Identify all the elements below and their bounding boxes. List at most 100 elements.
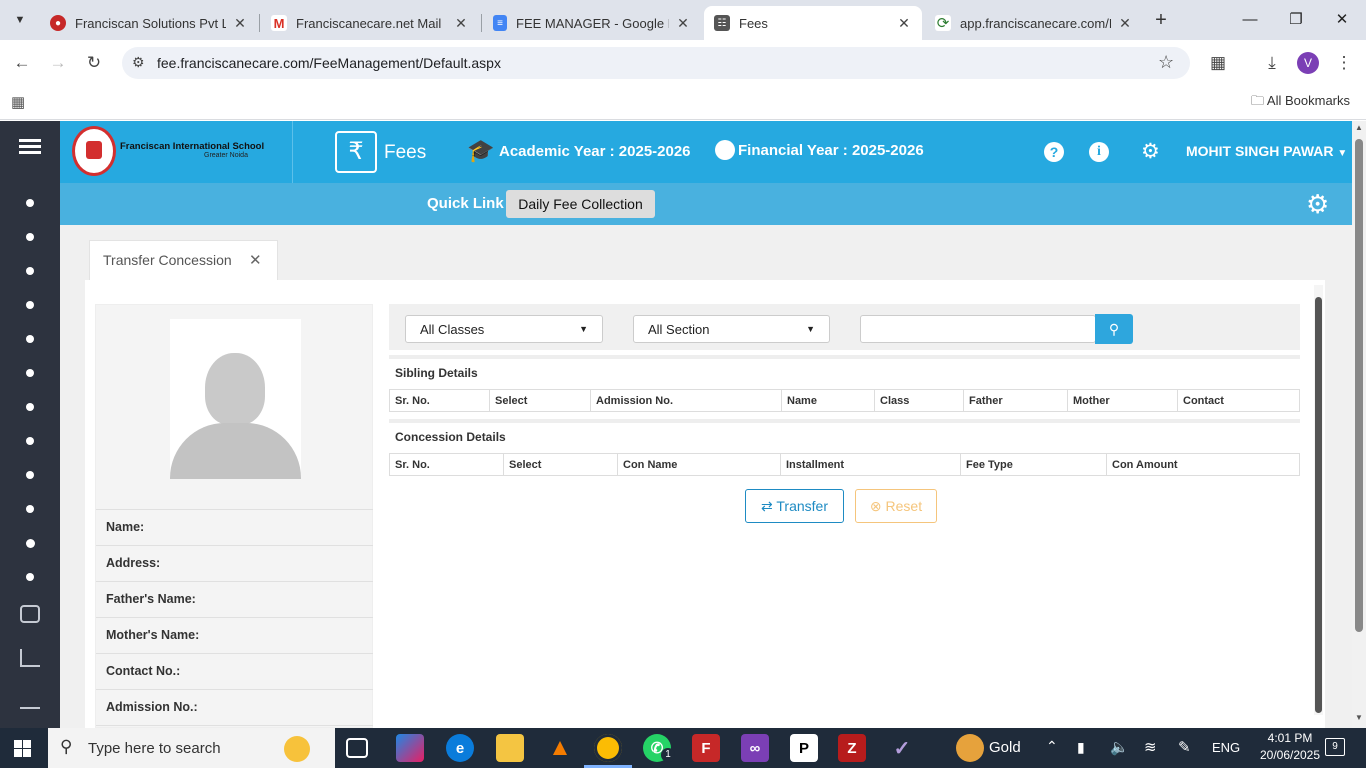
close-tab-icon[interactable]: ✕ <box>675 15 691 32</box>
task-view-icon[interactable] <box>346 738 368 758</box>
info-icon[interactable]: i <box>1089 142 1109 162</box>
hamburger-menu-icon[interactable] <box>19 139 41 142</box>
battery-icon[interactable]: ▮ <box>1077 739 1085 756</box>
reset-button[interactable]: ⊗ Reset <box>855 489 937 523</box>
site-info-icon[interactable]: ⚙ <box>132 54 145 71</box>
weather-label[interactable]: Gold <box>989 739 1021 756</box>
tab-search-button[interactable]: ▼ <box>8 9 32 31</box>
daily-fee-collection-button[interactable]: Daily Fee Collection <box>506 190 655 218</box>
sidebar-item-dot[interactable] <box>26 437 34 445</box>
wifi-icon[interactable]: ≋ <box>1144 738 1157 756</box>
bar-chart-icon[interactable] <box>20 693 40 709</box>
close-tab-icon[interactable]: ✕ <box>1117 15 1133 32</box>
sidebar-item-dot[interactable] <box>26 199 34 207</box>
edge-icon[interactable]: e <box>446 734 474 762</box>
column-header: Name <box>781 389 875 412</box>
menu-kebab-icon[interactable]: ⋮ <box>1330 49 1358 77</box>
tab-transfer-concession[interactable]: Transfer Concession ✕ <box>89 240 278 280</box>
reload-icon[interactable]: ↻ <box>80 49 108 77</box>
visual-studio-icon[interactable]: ∞ <box>741 734 769 762</box>
school-logo[interactable] <box>72 126 116 176</box>
page-scrollbar[interactable]: ▲ ▼ <box>1352 121 1366 728</box>
sidebar-item-dot[interactable] <box>26 505 34 513</box>
chrome-icon[interactable] <box>594 734 622 762</box>
close-tab-icon[interactable]: ✕ <box>453 15 469 32</box>
user-menu[interactable]: MOHIT SINGH PAWAR ▼ <box>1186 143 1347 159</box>
pen-icon[interactable]: ✎ <box>1178 738 1191 756</box>
copilot-icon[interactable] <box>396 734 424 762</box>
app-sidebar <box>0 121 60 728</box>
all-bookmarks-label: All Bookmarks <box>1266 93 1350 108</box>
sidebar-item-dot[interactable] <box>26 301 34 309</box>
minimize-button[interactable]: — <box>1230 6 1270 34</box>
browser-tab[interactable]: M Franciscanecare.net Mail ✕ <box>261 6 479 40</box>
close-tab-icon[interactable]: ✕ <box>232 15 248 32</box>
sidebar-item-dot[interactable] <box>26 403 34 411</box>
bus-icon[interactable] <box>20 605 40 623</box>
feather-icon[interactable]: ✓ <box>888 734 916 762</box>
chevron-down-icon: ▼ <box>806 324 815 334</box>
back-arrow-icon[interactable]: ← <box>8 49 36 77</box>
download-icon[interactable]: ⤓ <box>1258 49 1286 77</box>
settings-edit-icon[interactable]: ⚙ <box>1306 189 1329 220</box>
browser-tab-active[interactable]: ☷ Fees ✕ <box>704 6 922 40</box>
google-docs-icon: ≡ <box>493 15 507 31</box>
close-window-button[interactable]: ✕ <box>1322 6 1362 34</box>
sidebar-item-dot[interactable] <box>26 573 34 581</box>
volume-icon[interactable]: 🔈 <box>1110 738 1129 756</box>
sidebar-item-dot-active[interactable] <box>26 539 35 548</box>
close-tab-icon[interactable]: ✕ <box>896 15 912 32</box>
vlc-icon[interactable]: ▲ <box>546 734 574 762</box>
panel-scrollbar-thumb[interactable] <box>1315 297 1322 713</box>
profile-avatar[interactable]: V <box>1297 52 1319 74</box>
help-icon[interactable]: ? <box>1044 142 1064 162</box>
scroll-up-arrow-icon[interactable]: ▲ <box>1355 123 1363 132</box>
browser-tab[interactable]: ● Franciscan Solutions Pvt Ltd. ✕ <box>40 6 258 40</box>
app-p-icon[interactable]: P <box>790 734 818 762</box>
line-chart-icon[interactable] <box>20 649 40 667</box>
sidebar-item-dot[interactable] <box>26 369 34 377</box>
gold-icon[interactable] <box>956 734 984 762</box>
windows-start-icon[interactable] <box>14 740 32 758</box>
transfer-button[interactable]: ⇄ Transfer <box>745 489 844 523</box>
bookmark-star-icon[interactable]: ☆ <box>1158 52 1174 73</box>
academic-year[interactable]: Academic Year : 2025-2026 <box>499 143 691 160</box>
scroll-down-arrow-icon[interactable]: ▼ <box>1355 713 1363 722</box>
panel-scrollbar[interactable] <box>1314 285 1323 715</box>
settings-gear-icon[interactable]: ⚙ <box>1141 139 1160 164</box>
address-bar[interactable]: ⚙ fee.franciscanecare.com/FeeManagement/… <box>122 47 1190 79</box>
restore-button[interactable]: ❐ <box>1276 6 1316 34</box>
sidebar-item-dot[interactable] <box>26 267 34 275</box>
browser-tab[interactable]: ≡ FEE MANAGER - Google Docs ✕ <box>483 6 701 40</box>
url-text[interactable]: fee.franciscanecare.com/FeeManagement/De… <box>157 55 501 71</box>
search-button[interactable]: ⚲ <box>1095 314 1133 344</box>
browser-tab[interactable]: ⟳ app.franciscanecare.com/Po ✕ <box>925 6 1143 40</box>
forward-arrow-icon[interactable]: → <box>44 49 72 77</box>
sidebar-item-dot[interactable] <box>26 233 34 241</box>
chevron-up-icon[interactable]: ⌃ <box>1046 738 1058 755</box>
whatsapp-badge: 1 <box>661 748 675 762</box>
student-search-input[interactable] <box>860 315 1096 343</box>
sidebar-item-dot[interactable] <box>26 471 34 479</box>
new-tab-button[interactable]: + <box>1148 8 1174 32</box>
all-bookmarks-button[interactable]: 🗀 All Bookmarks <box>1251 92 1350 114</box>
filezilla-icon[interactable]: Z <box>838 734 866 762</box>
app-f-icon[interactable]: F <box>692 734 720 762</box>
file-explorer-icon[interactable] <box>496 734 524 762</box>
tab-label: Transfer Concession <box>103 252 232 268</box>
quick-link-label: Quick Link <box>427 195 504 212</box>
financial-year[interactable]: Financial Year : 2025-2026 <box>738 142 924 159</box>
section-select[interactable]: All Section ▼ <box>633 315 830 343</box>
school-branding: Franciscan International School Greater … <box>60 121 293 183</box>
page-scrollbar-thumb[interactable] <box>1355 139 1363 632</box>
close-icon[interactable]: ✕ <box>249 251 262 269</box>
clock[interactable]: 4:01 PM 20/06/2025 <box>1255 731 1325 762</box>
class-select[interactable]: All Classes ▼ <box>405 315 603 343</box>
language-indicator[interactable]: ENG <box>1212 740 1240 755</box>
apps-grid-icon[interactable]: ▦ <box>11 93 25 111</box>
notification-center-icon[interactable]: 9 <box>1325 738 1345 756</box>
sidebar-item-dot[interactable] <box>26 335 34 343</box>
caret-down-icon: ▼ <box>1337 148 1348 159</box>
taskbar-search-box[interactable]: ⚲ Type here to search <box>48 728 335 768</box>
extensions-icon[interactable]: ▦ <box>1204 49 1232 77</box>
